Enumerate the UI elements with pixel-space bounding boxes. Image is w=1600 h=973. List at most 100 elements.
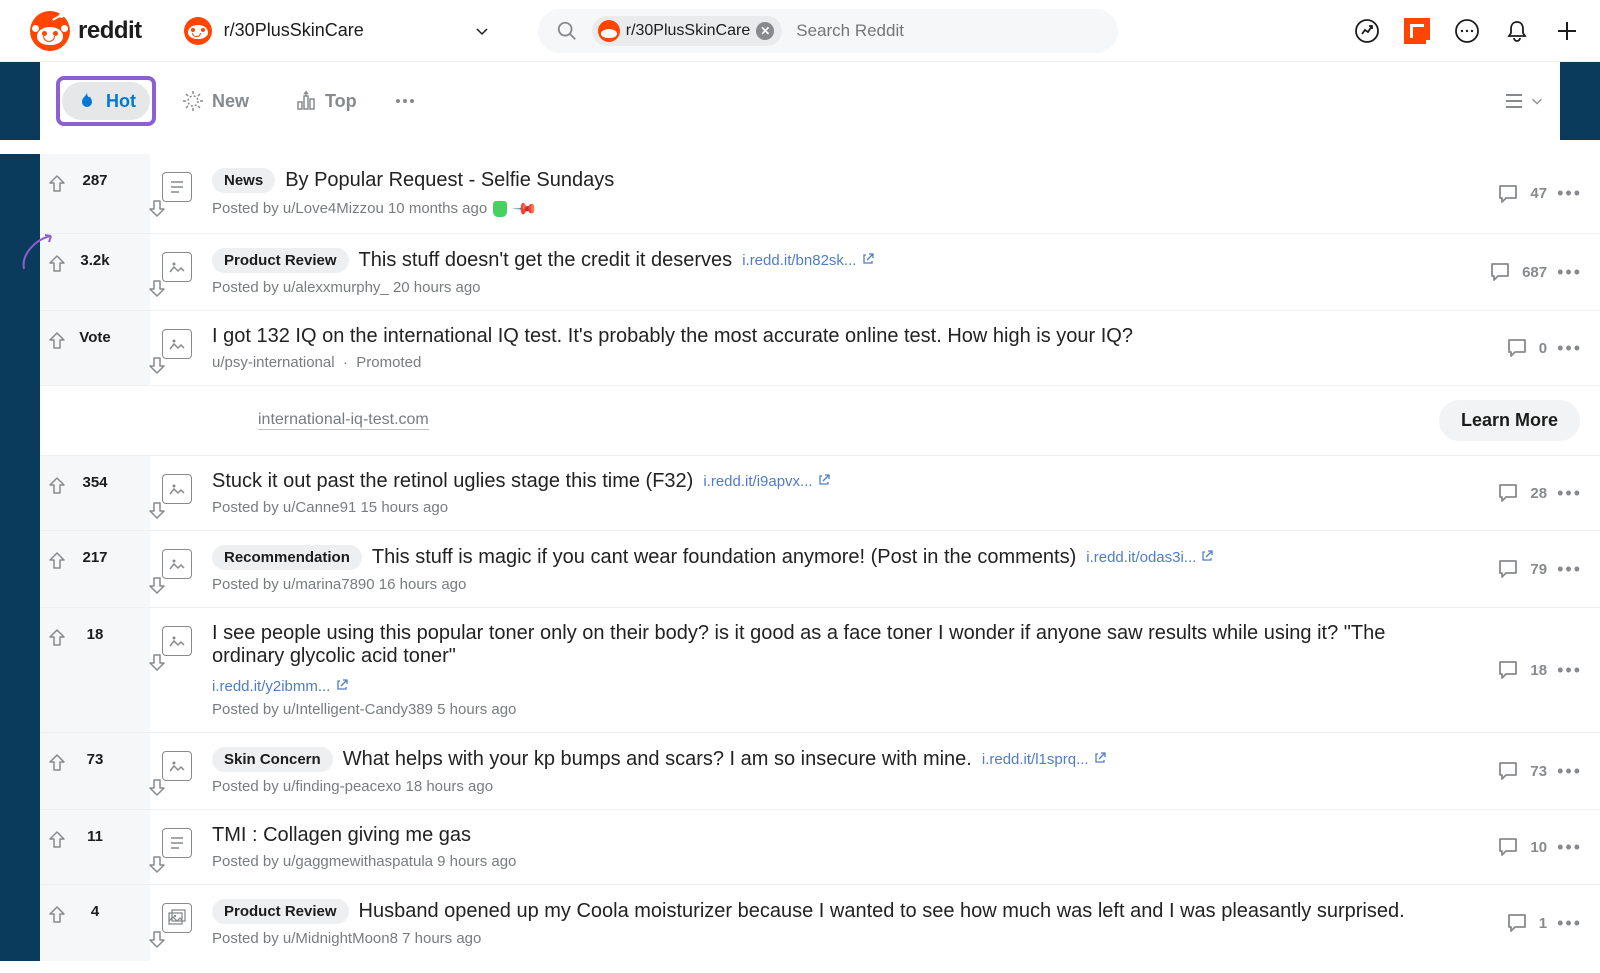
upvote-button[interactable] bbox=[45, 172, 69, 196]
comment-icon[interactable] bbox=[1496, 557, 1520, 581]
post-title[interactable]: By Popular Request - Selfie Sundays bbox=[285, 169, 614, 192]
post-author[interactable]: u/Canne91 bbox=[283, 499, 356, 516]
post-row[interactable]: Vote I got 132 IQ on the international I… bbox=[40, 310, 1600, 385]
mod-shield-icon bbox=[493, 201, 507, 217]
reddit-logo-text: reddit bbox=[78, 17, 142, 45]
post-flair[interactable]: Product Review bbox=[212, 248, 349, 273]
post-row[interactable]: 3.2k Product Review This stuff doesn't g… bbox=[40, 233, 1600, 310]
post-title[interactable]: This stuff is magic if you cant wear fou… bbox=[372, 546, 1076, 569]
post-author[interactable]: u/Intelligent-Candy389 bbox=[283, 701, 433, 718]
search-bar[interactable]: r/30PlusSkinCare ✕ bbox=[538, 9, 1118, 53]
downvote-button[interactable] bbox=[121, 549, 145, 573]
post-row[interactable]: 4 Product Review Husband opened up my Co… bbox=[40, 884, 1600, 961]
comment-icon[interactable] bbox=[1488, 260, 1512, 284]
upvote-button[interactable] bbox=[45, 751, 69, 775]
post-title[interactable]: I got 132 IQ on the international IQ tes… bbox=[212, 325, 1133, 348]
view-layout-button[interactable] bbox=[1504, 91, 1544, 111]
post-title[interactable]: Husband opened up my Coola moisturizer b… bbox=[359, 900, 1405, 923]
upvote-button[interactable] bbox=[45, 549, 69, 573]
sort-new-button[interactable]: New bbox=[168, 82, 263, 120]
post-title[interactable]: TMI : Collagen giving me gas bbox=[212, 824, 471, 847]
post-author[interactable]: u/finding-peacexo bbox=[283, 778, 401, 795]
chip-close-icon[interactable]: ✕ bbox=[756, 22, 774, 40]
post-author[interactable]: u/psy-international bbox=[212, 354, 335, 371]
post-row[interactable]: 73 Skin Concern What helps with your kp … bbox=[40, 732, 1600, 809]
downvote-button[interactable] bbox=[121, 828, 145, 852]
community-selector[interactable]: r/30PlusSkinCare bbox=[184, 17, 364, 45]
post-options-button[interactable]: ••• bbox=[1557, 761, 1582, 782]
post-options-button[interactable]: ••• bbox=[1557, 483, 1582, 504]
vote-column: 18 bbox=[40, 608, 150, 732]
advertise-icon[interactable] bbox=[1404, 18, 1430, 44]
post-row[interactable]: 217 Recommendation This stuff is magic i… bbox=[40, 530, 1600, 607]
post-author[interactable]: u/marina7890 bbox=[283, 576, 375, 593]
upvote-button[interactable] bbox=[45, 903, 69, 927]
post-flair[interactable]: Recommendation bbox=[212, 545, 362, 570]
learn-more-button[interactable]: Learn More bbox=[1439, 400, 1580, 441]
post-byline: u/psy-international · Promoted bbox=[212, 354, 1452, 371]
downvote-button[interactable] bbox=[121, 329, 145, 353]
post-title[interactable]: I see people using this popular toner on… bbox=[212, 622, 1452, 668]
reddit-logo[interactable]: reddit bbox=[30, 11, 142, 51]
comment-icon[interactable] bbox=[1496, 182, 1520, 206]
comment-count: 18 bbox=[1530, 662, 1547, 679]
post-flair[interactable]: Skin Concern bbox=[212, 747, 333, 772]
comment-icon[interactable] bbox=[1496, 658, 1520, 682]
post-options-button[interactable]: ••• bbox=[1557, 338, 1582, 359]
comment-icon[interactable] bbox=[1505, 336, 1529, 360]
comment-icon[interactable] bbox=[1496, 481, 1520, 505]
promoted-footer: international-iq-test.com Learn More bbox=[40, 385, 1600, 455]
post-content: Stuck it out past the retinol uglies sta… bbox=[204, 456, 1460, 530]
post-options-button[interactable]: ••• bbox=[1557, 262, 1582, 283]
sort-hot-button[interactable]: Hot bbox=[62, 82, 150, 120]
downvote-button[interactable] bbox=[121, 172, 145, 196]
downvote-button[interactable] bbox=[121, 626, 145, 650]
search-input[interactable] bbox=[796, 21, 1100, 41]
sort-top-button[interactable]: Top bbox=[281, 82, 371, 120]
chevron-down-icon[interactable] bbox=[474, 23, 490, 39]
post-author[interactable]: u/gaggmewithaspatula bbox=[283, 853, 433, 870]
comment-icon[interactable] bbox=[1496, 835, 1520, 859]
post-flair[interactable]: News bbox=[212, 168, 275, 193]
upvote-button[interactable] bbox=[45, 329, 69, 353]
external-link[interactable]: i.redd.it/bn82sk... bbox=[742, 252, 874, 269]
post-title[interactable]: This stuff doesn't get the credit it des… bbox=[359, 249, 733, 272]
post-author[interactable]: u/Love4Mizzou bbox=[283, 200, 384, 217]
post-title[interactable]: Stuck it out past the retinol uglies sta… bbox=[212, 470, 693, 493]
downvote-button[interactable] bbox=[121, 751, 145, 775]
downvote-button[interactable] bbox=[121, 252, 145, 276]
post-row[interactable]: 354 Stuck it out past the retinol uglies… bbox=[40, 455, 1600, 530]
external-link[interactable]: i.redd.it/y2ibmm... bbox=[212, 678, 349, 695]
promoted-domain[interactable]: international-iq-test.com bbox=[258, 411, 429, 430]
comment-icon[interactable] bbox=[1505, 911, 1529, 935]
post-flair[interactable]: Product Review bbox=[212, 899, 349, 924]
upvote-button[interactable] bbox=[45, 474, 69, 498]
post-row[interactable]: 11 TMI : Collagen giving me gas Posted b… bbox=[40, 809, 1600, 884]
upvote-button[interactable] bbox=[45, 828, 69, 852]
post-options-button[interactable]: ••• bbox=[1557, 559, 1582, 580]
post-options-button[interactable]: ••• bbox=[1557, 183, 1582, 204]
external-link[interactable]: i.redd.it/i9apvx... bbox=[703, 473, 830, 490]
search-scope-chip[interactable]: r/30PlusSkinCare ✕ bbox=[592, 16, 783, 46]
chat-icon[interactable] bbox=[1454, 18, 1480, 44]
downvote-button[interactable] bbox=[121, 474, 145, 498]
post-row[interactable]: 287 News By Popular Request - Selfie Sun… bbox=[40, 154, 1600, 233]
post-author[interactable]: u/MidnightMoon8 bbox=[283, 930, 398, 947]
post-options-button[interactable]: ••• bbox=[1557, 913, 1582, 934]
external-link[interactable]: i.redd.it/l1sprq... bbox=[982, 751, 1107, 768]
post-age: 16 hours ago bbox=[379, 576, 467, 593]
comment-icon[interactable] bbox=[1496, 759, 1520, 783]
sort-more-button[interactable] bbox=[393, 89, 417, 113]
post-options-button[interactable]: ••• bbox=[1557, 660, 1582, 681]
post-title[interactable]: What helps with your kp bumps and scars?… bbox=[343, 748, 972, 771]
create-post-icon[interactable] bbox=[1554, 18, 1580, 44]
downvote-button[interactable] bbox=[121, 903, 145, 927]
external-link[interactable]: i.redd.it/odas3i... bbox=[1086, 549, 1214, 566]
post-author[interactable]: u/alexxmurphy_ bbox=[283, 279, 389, 296]
post-options-button[interactable]: ••• bbox=[1557, 837, 1582, 858]
post-row[interactable]: 18 I see people using this popular toner… bbox=[40, 607, 1600, 732]
upvote-button[interactable] bbox=[45, 626, 69, 650]
popular-icon[interactable] bbox=[1354, 18, 1380, 44]
notifications-icon[interactable] bbox=[1504, 18, 1530, 44]
post-score: 287 bbox=[79, 172, 111, 189]
